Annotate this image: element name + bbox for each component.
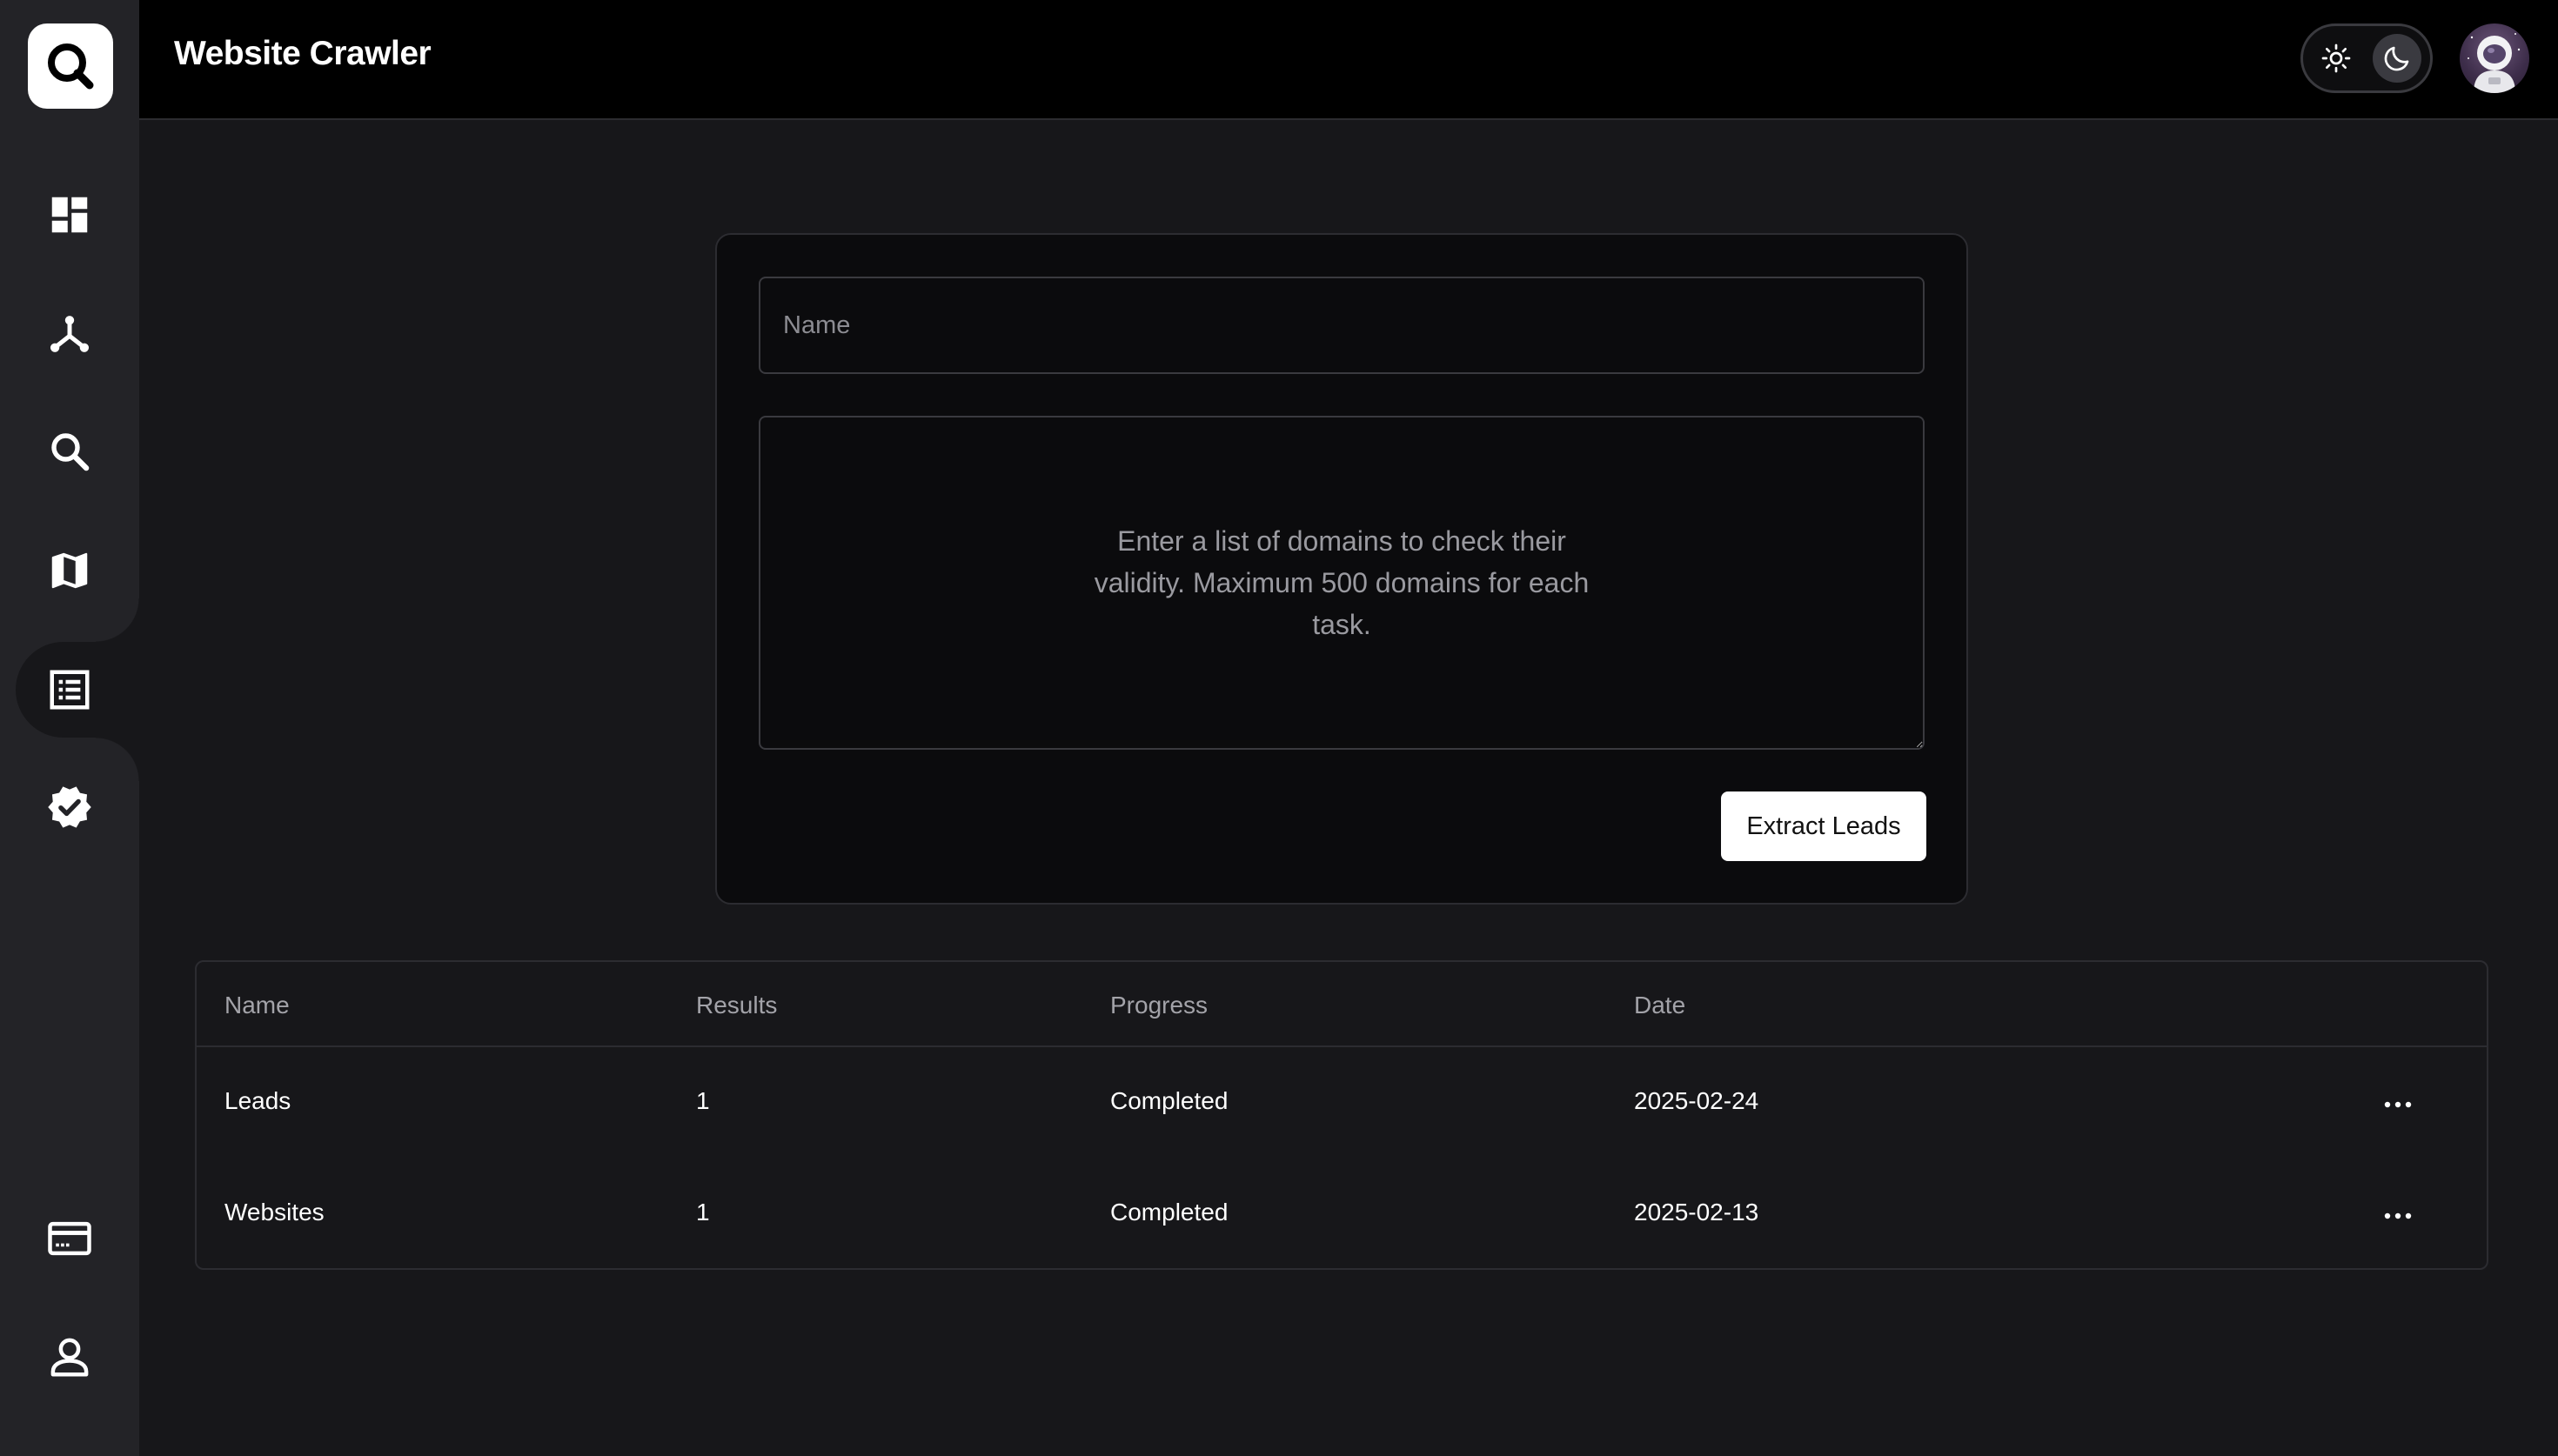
row-date: 2025-02-13	[1634, 1199, 1759, 1226]
share-hub-icon	[50, 316, 90, 352]
sidebar-item-workflows[interactable]	[35, 299, 104, 369]
row-name: Leads	[224, 1087, 291, 1114]
row-actions-button[interactable]	[2372, 1190, 2424, 1242]
sidebar-item-billing[interactable]	[35, 1204, 104, 1273]
tasks-table: Name Results Progress Date Leads 1 Compl…	[195, 960, 2488, 1270]
column-header-progress: Progress	[1110, 992, 1209, 1019]
verified-badge-icon	[48, 786, 91, 828]
row-name: Websites	[224, 1199, 325, 1226]
table-row[interactable]: Websites 1 Completed 2025-02-13	[197, 1160, 2487, 1272]
user-avatar[interactable]	[2460, 23, 2529, 93]
task-name-input[interactable]	[759, 277, 1925, 374]
row-progress: Completed	[1110, 1199, 1229, 1226]
row-date: 2025-02-24	[1634, 1087, 1759, 1114]
list-icon	[50, 670, 90, 710]
sidebar-item-website-crawler[interactable]	[35, 655, 104, 725]
sidebar-item-profile[interactable]	[35, 1322, 104, 1392]
page-title: Website Crawler	[174, 35, 432, 72]
crawler-form-card: Extract Leads	[715, 233, 1968, 905]
map-icon	[51, 552, 88, 589]
user-icon	[50, 1338, 89, 1377]
column-header-name: Name	[224, 992, 290, 1019]
moon-icon	[2384, 46, 2409, 71]
sidebar-item-search[interactable]	[35, 417, 104, 486]
search-icon	[51, 433, 90, 471]
sidebar	[0, 0, 139, 1456]
light-mode-button[interactable]	[2312, 34, 2360, 83]
top-bar: Website Crawler	[139, 0, 2558, 120]
domains-textarea[interactable]	[759, 416, 1925, 750]
table-header: Name Results Progress Date	[197, 962, 2487, 1047]
more-horizontal-icon	[2384, 1212, 2412, 1219]
theme-toggle[interactable]	[2300, 23, 2433, 93]
row-results: 1	[696, 1087, 710, 1114]
row-progress: Completed	[1110, 1087, 1229, 1114]
app-logo[interactable]	[28, 23, 113, 109]
sidebar-item-dashboard[interactable]	[35, 180, 104, 250]
more-horizontal-icon	[2384, 1101, 2412, 1108]
row-actions-button[interactable]	[2372, 1079, 2424, 1131]
column-header-results: Results	[696, 992, 778, 1019]
dashboard-icon	[51, 197, 88, 233]
credit-card-icon	[48, 1221, 91, 1256]
extract-leads-button[interactable]: Extract Leads	[1721, 791, 1926, 861]
column-header-date: Date	[1634, 992, 1686, 1019]
astronaut-avatar	[2468, 33, 2521, 93]
table-row[interactable]: Leads 1 Completed 2025-02-24	[197, 1049, 2487, 1160]
sidebar-item-verify[interactable]	[35, 772, 104, 842]
search-logo-icon	[48, 43, 94, 90]
row-results: 1	[696, 1199, 710, 1226]
dark-mode-button[interactable]	[2373, 34, 2421, 83]
sidebar-item-maps[interactable]	[35, 536, 104, 605]
sun-icon	[2321, 43, 2351, 73]
